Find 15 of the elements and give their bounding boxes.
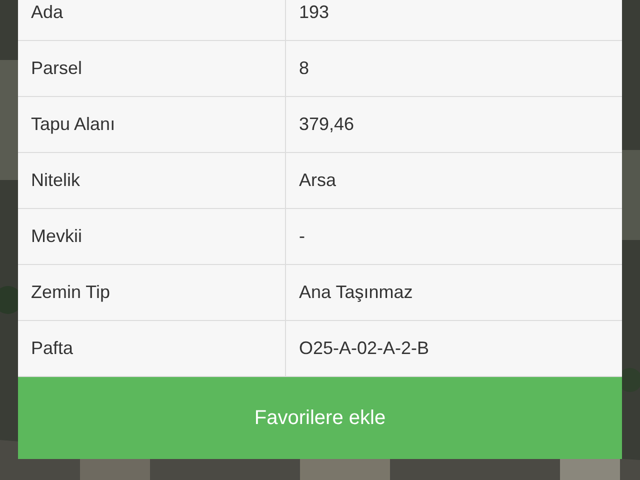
field-label: Nitelik (18, 153, 286, 208)
field-label: Ada (18, 0, 286, 40)
field-value: 193 (298, 1, 330, 24)
field-value: - (298, 225, 306, 248)
add-to-favorites-button[interactable]: Favorilere ekle (18, 377, 622, 459)
field-label: Parsel (18, 41, 286, 96)
field-value: O25-A-02-A-2-B (298, 337, 430, 360)
field-value: Arsa (298, 169, 338, 192)
field-label: Zemin Tip (18, 265, 286, 320)
field-label: Tapu Alanı (18, 97, 286, 152)
field-value: 379,46 (298, 113, 356, 136)
field-value: 8 (298, 57, 310, 80)
field-value: Ana Taşınmaz (298, 281, 414, 304)
field-label: Pafta (18, 321, 286, 376)
field-label: Mevkii (18, 209, 286, 264)
